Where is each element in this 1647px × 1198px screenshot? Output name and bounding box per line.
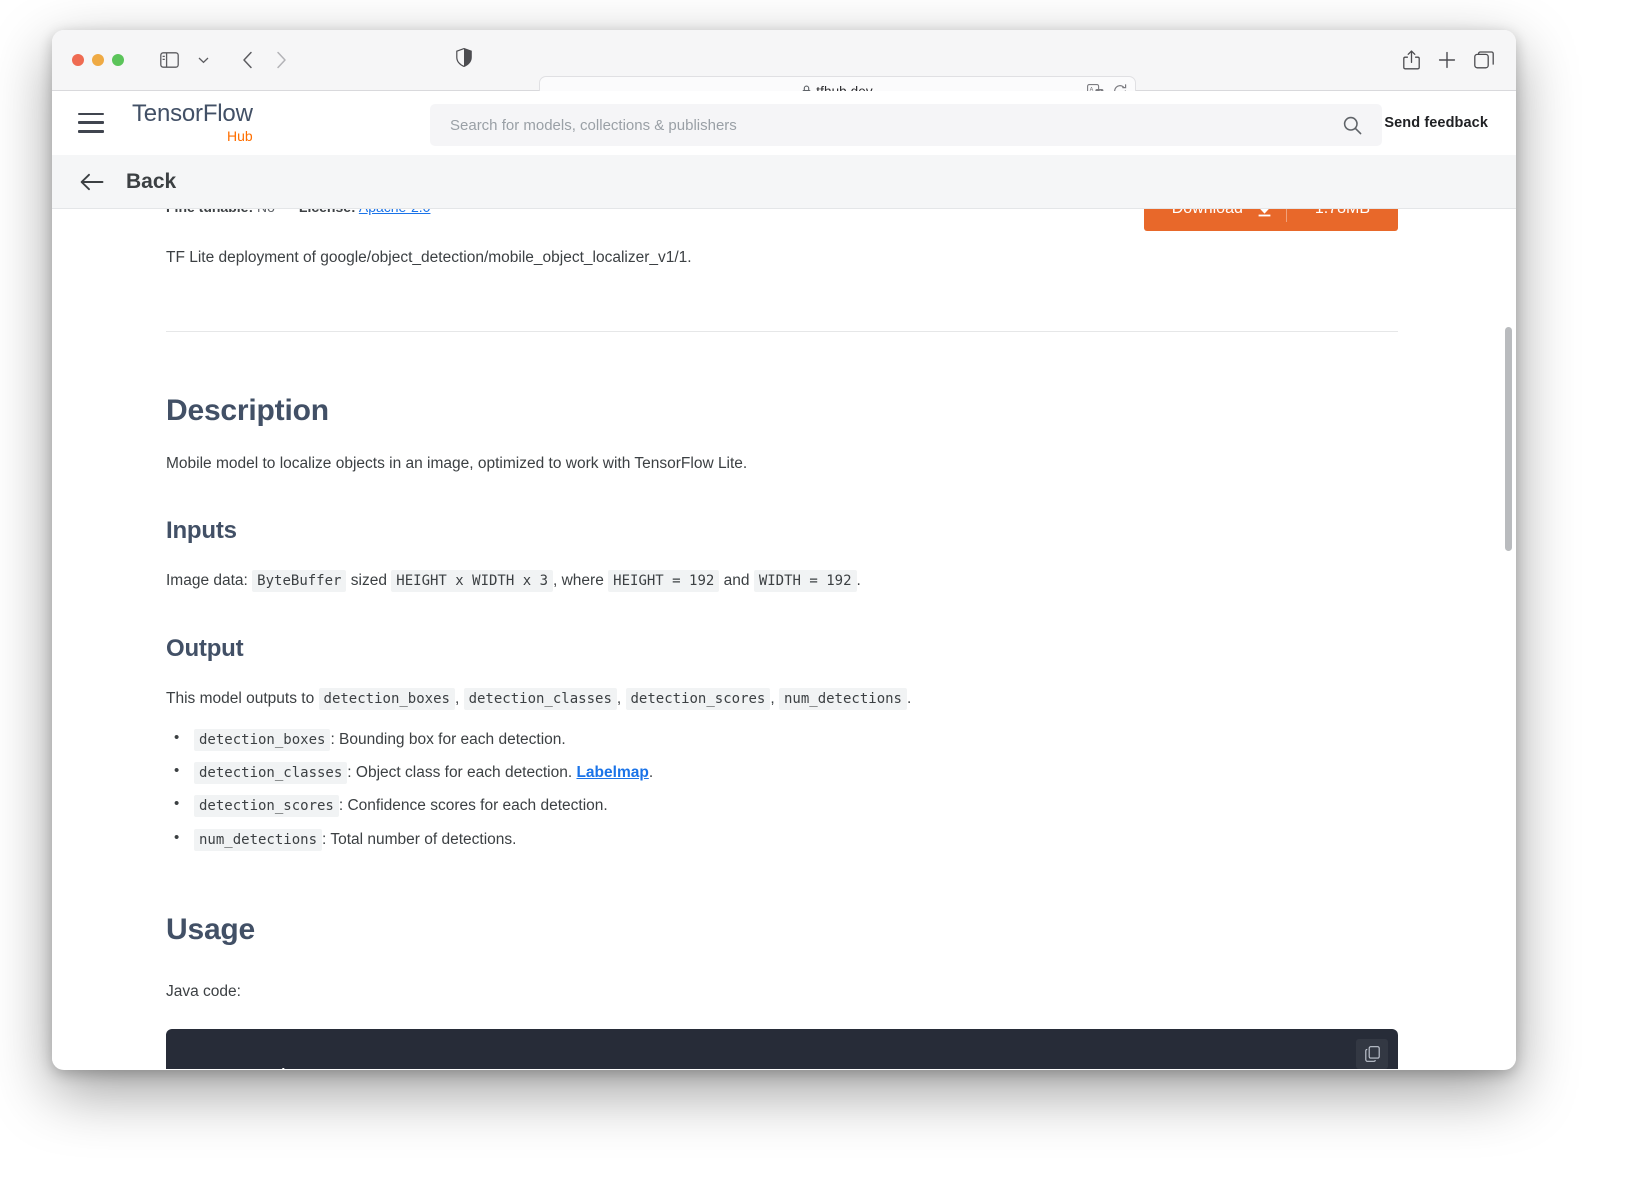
- zoom-window-button[interactable]: [112, 54, 124, 66]
- output-token-2: detection_scores: [625, 687, 771, 710]
- inputs-heading: Inputs: [166, 517, 237, 545]
- output-item-code-2: detection_scores: [194, 795, 339, 818]
- inputs-lead: Image data:: [166, 572, 248, 590]
- code-content: File tfliteModel = new File("***.tflite"…: [214, 1063, 1398, 1069]
- minimize-window-button[interactable]: [92, 54, 104, 66]
- deployment-description: TF Lite deployment of google/object_dete…: [166, 249, 692, 266]
- page-scrollbar-thumb[interactable]: [1505, 327, 1512, 551]
- back-button-label[interactable]: Back: [126, 170, 176, 194]
- output-item-text-1: : Object class for each detection.: [347, 764, 577, 781]
- list-item: detection_classes: Object class for each…: [166, 760, 1398, 784]
- output-list: detection_boxes: Bounding box for each d…: [166, 727, 1398, 851]
- output-token-0: detection_boxes: [318, 687, 455, 710]
- description-heading: Description: [166, 394, 329, 427]
- list-item: detection_scores: Confidence scores for …: [166, 793, 1398, 818]
- list-item: num_detections: Total number of detectio…: [166, 826, 1398, 851]
- site-header: TensorFlow Hub Send feedback: [52, 91, 1516, 155]
- output-item-text-3: : Total number of detections.: [322, 830, 517, 848]
- tab-overview-icon[interactable]: [1474, 51, 1494, 69]
- menu-hamburger-icon[interactable]: [78, 112, 104, 133]
- java-code-label: Java code:: [166, 982, 241, 1000]
- brand-name: TensorFlow: [132, 100, 253, 127]
- send-feedback-button[interactable]: Send feedback: [1384, 115, 1488, 131]
- toolbar-left-controls: [154, 46, 296, 74]
- output-item-code-3: num_detections: [194, 828, 323, 851]
- output-item-code-1: detection_classes: [194, 762, 348, 784]
- tensorflow-hub-logo[interactable]: TensorFlow Hub: [132, 100, 253, 144]
- output-tail: .: [907, 689, 912, 707]
- output-heading: Output: [166, 634, 244, 662]
- inputs-code-height: HEIGHT = 192: [608, 570, 720, 593]
- close-window-button[interactable]: [72, 54, 84, 66]
- download-button[interactable]: Download 1.78MB: [1143, 209, 1398, 231]
- download-label: Download: [1172, 209, 1243, 218]
- usage-heading: Usage: [166, 912, 256, 946]
- model-page: Fine tunable: No License: Apache-2.0 Dow…: [166, 209, 1398, 1069]
- fine-tunable-label: Fine tunable:: [166, 209, 253, 215]
- inputs-mid2: , where: [553, 572, 604, 590]
- output-item-text-2: : Confidence scores for each detection.: [338, 797, 608, 815]
- new-tab-icon[interactable]: [1438, 51, 1456, 69]
- toolbar-right-controls: [1403, 50, 1494, 70]
- license-meta: License: Apache-2.0: [299, 209, 431, 215]
- output-token-3: num_detections: [778, 687, 907, 710]
- search-input[interactable]: [430, 116, 1343, 134]
- output-lead: This model outputs to: [166, 689, 315, 707]
- output-token-1: detection_classes: [463, 687, 617, 710]
- section-divider: [166, 331, 1398, 332]
- download-size: 1.78MB: [1287, 209, 1398, 218]
- page-content-scroll-area[interactable]: Fine tunable: No License: Apache-2.0 Dow…: [52, 209, 1516, 1069]
- window-traffic-lights: [72, 54, 124, 66]
- search-container[interactable]: [430, 104, 1382, 146]
- license-label: License:: [299, 209, 356, 215]
- back-arrow-icon[interactable]: [80, 173, 104, 191]
- sidebar-chevron-down-icon[interactable]: [188, 46, 218, 74]
- description-text: Mobile model to localize objects in an i…: [166, 455, 748, 472]
- fine-tunable-value: No: [257, 209, 275, 215]
- sidebar-toggle-icon[interactable]: [154, 46, 184, 74]
- inputs-code-dims: HEIGHT x WIDTH x 3: [391, 570, 553, 593]
- desktop-background: tfhub.dev A 文: [0, 0, 1647, 1198]
- code-block[interactable]: File tfliteModel = new File("***.tflite"…: [166, 1028, 1398, 1069]
- inputs-code-bytebuffer: ByteBuffer: [252, 570, 347, 593]
- back-nav-icon[interactable]: [232, 46, 262, 74]
- output-item-after-link-1: .: [648, 764, 654, 781]
- inputs-code-width: WIDTH = 192: [753, 570, 857, 593]
- download-button-label-group: Download: [1144, 209, 1286, 218]
- brand-product: Hub: [227, 128, 253, 144]
- search-icon[interactable]: [1343, 116, 1362, 135]
- privacy-shield-icon[interactable]: [456, 47, 472, 72]
- forward-nav-icon[interactable]: [266, 46, 296, 74]
- output-text: This model outputs to detection_boxes, d…: [166, 687, 1398, 710]
- fine-tunable-meta: Fine tunable: No: [166, 209, 275, 215]
- output-item-code-0: detection_boxes: [194, 728, 331, 751]
- back-bar: Back: [52, 155, 1516, 209]
- browser-toolbar: tfhub.dev A 文: [52, 30, 1516, 106]
- output-item-text-0: : Bounding box for each detection.: [330, 730, 566, 748]
- browser-window: tfhub.dev A 文: [52, 30, 1516, 1070]
- inputs-mid3: and: [723, 572, 750, 590]
- inputs-tail: .: [856, 572, 861, 590]
- list-item: detection_boxes: Bounding box for each d…: [166, 727, 1398, 751]
- labelmap-link[interactable]: Labelmap: [576, 764, 648, 781]
- license-link[interactable]: Apache-2.0: [359, 209, 431, 215]
- inputs-text: Image data: ByteBuffer sized HEIGHT x WI…: [166, 569, 1398, 593]
- share-icon[interactable]: [1403, 50, 1420, 70]
- download-icon: [1257, 209, 1272, 217]
- copy-icon[interactable]: [1356, 1038, 1388, 1069]
- inputs-mid1: sized: [350, 572, 387, 590]
